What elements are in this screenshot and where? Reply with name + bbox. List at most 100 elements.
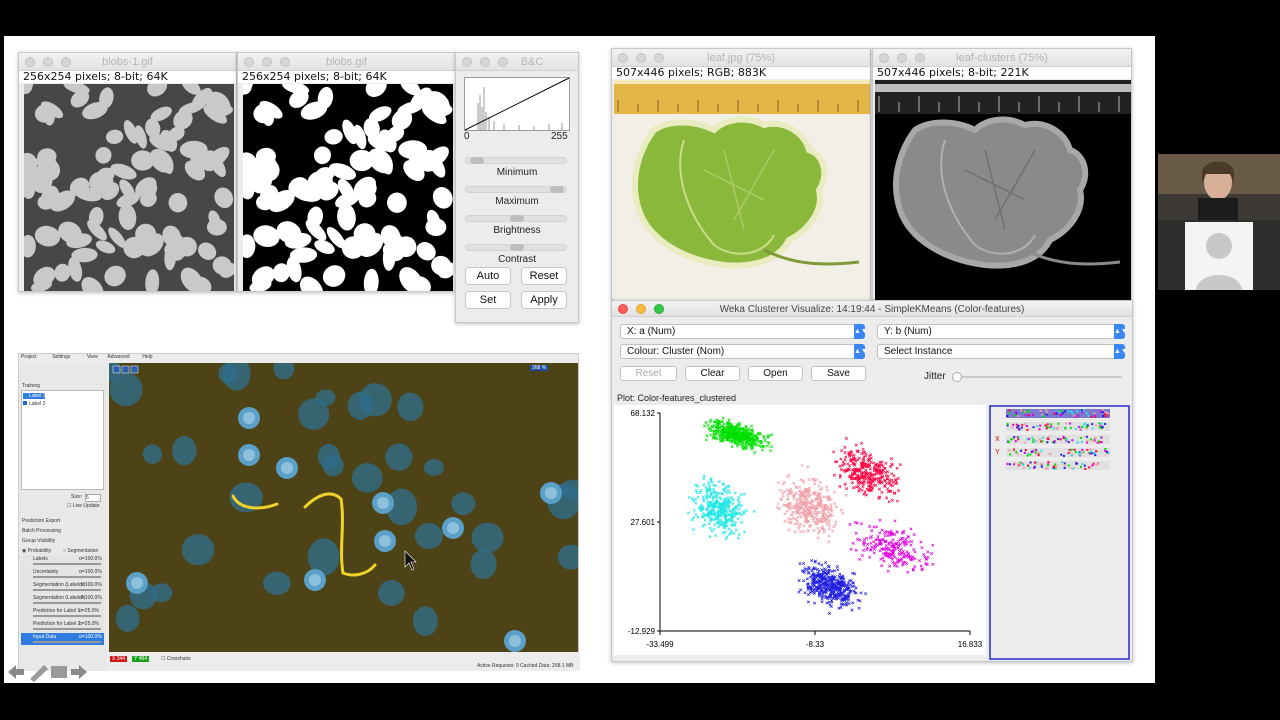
layer-row[interactable]: Input Data α=100.0% (21, 633, 104, 645)
slider-knob[interactable] (510, 244, 524, 251)
zoom-icon[interactable] (498, 57, 508, 67)
layer-row[interactable]: Uncertainty α=100.0% (21, 568, 104, 580)
layer-list[interactable]: Labels α=100.0% Uncertainty α=100.0% Segment… (21, 555, 104, 650)
clear-button[interactable]: Clear (685, 366, 740, 381)
blobs-window[interactable]: blobs.gif 256x254 pixels; 8-bit; 64K (237, 52, 456, 292)
minimize-icon[interactable] (897, 53, 907, 63)
minimize-icon[interactable] (262, 57, 272, 67)
close-icon[interactable] (618, 53, 628, 63)
attribute-strip[interactable] (1006, 461, 1110, 470)
attribute-strip[interactable] (1006, 448, 1110, 457)
label-row[interactable]: Label 2 (23, 401, 45, 407)
window-controls[interactable] (879, 53, 925, 63)
close-icon[interactable] (244, 57, 254, 67)
y-axis-select[interactable]: Y: b (Num) ▲▼ (877, 324, 1128, 339)
menu-view[interactable]: View (87, 354, 98, 360)
auto-button[interactable]: Auto (465, 267, 511, 285)
minimize-icon[interactable] (636, 304, 646, 314)
attribute-strip[interactable] (1006, 409, 1110, 418)
bc-titlebar[interactable]: B&C (456, 53, 578, 71)
slider-contrast[interactable] (465, 244, 567, 251)
segmentation-radio[interactable]: ○ Segmentation (63, 548, 98, 554)
bc-window[interactable]: B&C 0 255 Auto Reset Set Apply Minimum Ma… (455, 52, 579, 323)
colour-select[interactable]: Colour: Cluster (Nom) ▲▼ (620, 344, 868, 359)
ilastik-viewer[interactable] (109, 363, 578, 652)
attribute-strip[interactable] (1006, 422, 1110, 431)
leaf-image[interactable] (614, 80, 870, 300)
probability-radio[interactable]: ◉ Probability (22, 548, 51, 554)
close-icon[interactable] (879, 53, 889, 63)
layer-opacity-bar[interactable] (33, 615, 101, 617)
scatter-plot[interactable]: -33.499 -8.33 16.833 68.132 27.601 -12.929 (614, 405, 986, 655)
slider-knob[interactable] (549, 186, 564, 193)
open-button[interactable]: Open (748, 366, 803, 381)
weka-titlebar[interactable]: Weka Clusterer Visualize: 14:19:44 - Sim… (612, 301, 1132, 317)
leaf-clusters-window[interactable]: leaf-clusters (75%) 507x446 pixels; 8-bi… (872, 48, 1132, 300)
leaf-clusters-image[interactable] (875, 80, 1131, 300)
close-icon[interactable] (25, 57, 35, 67)
size-value[interactable]: 5 (85, 494, 101, 502)
menu-project[interactable]: Project (21, 354, 37, 360)
close-icon[interactable] (462, 57, 472, 67)
zoom-icon[interactable] (654, 53, 664, 63)
reset-button[interactable]: Reset (521, 267, 567, 285)
layer-opacity-bar[interactable] (33, 628, 101, 630)
slides-icon[interactable] (51, 666, 67, 678)
slider-brightness[interactable] (465, 215, 567, 222)
section-2[interactable]: Group Visibility (22, 538, 55, 544)
slider-knob[interactable] (470, 157, 485, 164)
layer-row[interactable]: Segmentation (Label 2) α=100.0% (21, 594, 104, 606)
layer-row[interactable]: Segmentation (Label 1) α=100.0% (21, 581, 104, 593)
set-button[interactable]: Set (465, 291, 511, 309)
forward-arrow-icon[interactable] (71, 665, 87, 679)
live-update-checkbox[interactable]: ☐ Live Update (67, 503, 100, 509)
window-controls[interactable] (25, 57, 71, 67)
minimize-icon[interactable] (636, 53, 646, 63)
jitter-slider[interactable] (952, 372, 1122, 382)
viewer-tool-icon[interactable] (130, 365, 139, 374)
crosshairs-checkbox[interactable]: ☐ Crosshairs (161, 656, 191, 662)
window-controls[interactable] (618, 53, 664, 63)
menu-advanced[interactable]: Advanced (107, 354, 129, 360)
layer-row[interactable]: Prediction for Label 1 α=25.0% (21, 607, 104, 619)
minimize-icon[interactable] (480, 57, 490, 67)
menu-settings[interactable]: Settings (52, 354, 70, 360)
x-axis-select[interactable]: X: a (Num) ▲▼ (620, 324, 868, 339)
select-instance[interactable]: Select Instance ▲▼ (877, 344, 1128, 359)
leaf-titlebar[interactable]: leaf.jpg (75%) (612, 49, 870, 67)
blobs1-window[interactable]: blobs-1.gif 256x254 pixels; 8-bit; 64K (18, 52, 237, 292)
layer-row[interactable]: Labels α=100.0% (21, 555, 104, 567)
pencil-icon[interactable] (30, 665, 48, 682)
zoom-icon[interactable] (654, 304, 664, 314)
label-list[interactable]: Label 1 Label 2 (21, 390, 104, 490)
blobs1-titlebar[interactable]: blobs-1.gif (19, 53, 236, 71)
zoom-icon[interactable] (280, 57, 290, 67)
section-1[interactable]: Batch Processing (22, 528, 61, 534)
slider-minimum[interactable] (465, 157, 567, 164)
layer-opacity-bar[interactable] (33, 589, 101, 591)
save-button[interactable]: Save (811, 366, 866, 381)
section-0[interactable]: Prediction Export (22, 518, 60, 524)
apply-button[interactable]: Apply (521, 291, 567, 309)
layer-row[interactable]: Prediction for Label 2 α=25.0% (21, 620, 104, 632)
label-row[interactable]: Label 1 (23, 393, 45, 399)
leaf-window[interactable]: leaf.jpg (75%) 507x446 pixels; RGB; 883K (611, 48, 871, 300)
blobs-titlebar[interactable]: blobs.gif (238, 53, 455, 71)
back-arrow-icon[interactable] (8, 665, 24, 679)
menu-help[interactable]: Help (142, 354, 152, 360)
ilastik-window[interactable]: Project Settings View Advanced Help Training… (18, 353, 580, 671)
layer-opacity-bar[interactable] (33, 576, 101, 578)
reset-button[interactable]: Reset (620, 366, 677, 381)
viewer-tool-icon[interactable] (112, 365, 121, 374)
blobs1-image[interactable] (24, 84, 234, 291)
layer-opacity-bar[interactable] (33, 641, 101, 643)
window-controls[interactable] (244, 57, 290, 67)
slider-maximum[interactable] (465, 186, 567, 193)
zoom-icon[interactable] (61, 57, 71, 67)
slider-knob[interactable] (510, 215, 524, 222)
leaf-clusters-titlebar[interactable]: leaf-clusters (75%) (873, 49, 1131, 67)
window-controls[interactable] (618, 304, 664, 314)
layer-opacity-bar[interactable] (33, 602, 101, 604)
class-legend[interactable]: XY (989, 405, 1130, 660)
viewer-tool-icon[interactable] (121, 365, 130, 374)
